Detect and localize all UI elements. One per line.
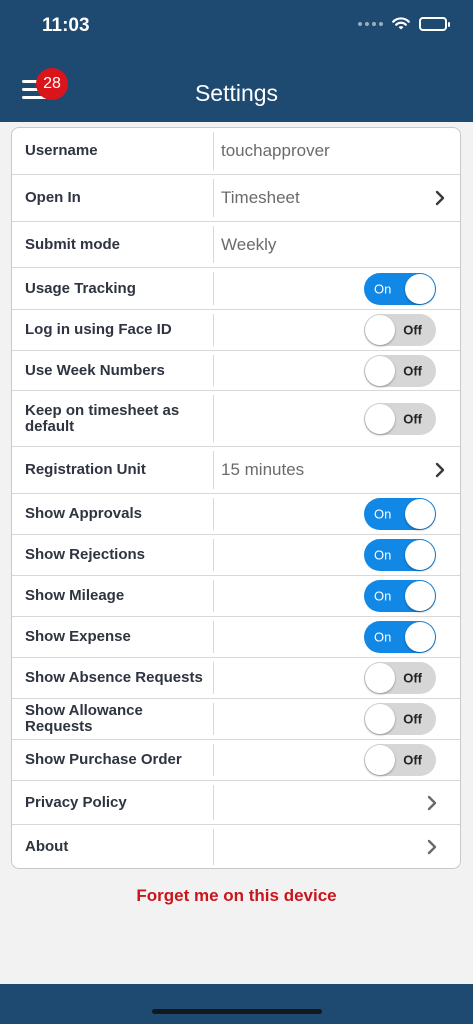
row-label: Show Allowance Requests — [25, 702, 143, 735]
page-title: Settings — [194, 80, 279, 106]
row-label: Show Purchase Order — [25, 751, 182, 768]
home-indicator[interactable] — [152, 1009, 322, 1014]
settings-row-show-allowance: Show Allowance Requests Off — [12, 699, 460, 740]
username-value: touchapprover — [221, 141, 330, 160]
settings-row-usage-tracking: Usage Tracking On — [12, 268, 460, 310]
show-rejections-toggle[interactable]: On — [364, 539, 436, 571]
chevron-right-icon — [427, 839, 437, 855]
week-numbers-toggle[interactable]: Off — [364, 354, 436, 387]
settings-row-open-in[interactable]: Open In Timesheet — [12, 175, 460, 222]
row-label: Show Absence Requests — [25, 669, 203, 686]
battery-icon — [419, 16, 450, 31]
settings-row-privacy-policy[interactable]: Privacy Policy — [12, 781, 460, 825]
chevron-right-icon — [427, 795, 437, 810]
row-label: Submit mode — [25, 235, 121, 253]
status-time: 11:03 — [42, 15, 90, 36]
settings-row-face-id: Log in using Face ID Off — [12, 310, 460, 351]
settings-row-show-purchase-order: Show Purchase Order Off — [12, 740, 460, 781]
row-label: Show Approvals — [25, 505, 142, 522]
row-label: Open In — [25, 189, 81, 206]
row-label: Show Rejections — [25, 546, 146, 563]
app-header: 11:03 28 Settings — [0, 0, 473, 122]
registration-unit-value: 15 minutes — [221, 460, 305, 479]
row-label: Registration Unit — [25, 461, 146, 478]
show-absence-toggle[interactable]: Off — [364, 662, 436, 694]
row-label: Show Expense — [25, 628, 131, 645]
submit-mode-value: Weekly — [221, 234, 277, 254]
row-label: Log in using Face ID — [25, 321, 172, 338]
show-purchase-order-toggle[interactable]: Off — [364, 744, 436, 776]
settings-row-about[interactable]: About — [12, 825, 460, 868]
settings-row-registration-unit[interactable]: Registration Unit 15 minutes — [12, 447, 460, 494]
row-label: Username — [25, 142, 98, 159]
settings-row-show-approvals: Show Approvals On — [12, 494, 460, 535]
face-id-toggle[interactable]: Off — [364, 314, 436, 346]
keep-timesheet-toggle[interactable]: Off — [364, 402, 436, 435]
row-label: Use Week Numbers — [25, 361, 165, 379]
forget-device-link[interactable]: Forget me on this device — [0, 886, 473, 906]
chevron-right-icon — [435, 190, 445, 206]
settings-row-show-rejections: Show Rejections On — [12, 535, 460, 576]
show-expense-toggle[interactable]: On — [364, 621, 436, 653]
show-allowance-toggle[interactable]: Off — [364, 703, 436, 735]
show-approvals-toggle[interactable]: On — [364, 498, 436, 530]
usage-tracking-toggle[interactable]: On — [364, 272, 436, 305]
settings-row-week-numbers: Use Week Numbers Off — [12, 351, 460, 391]
settings-row-show-mileage: Show Mileage On — [12, 576, 460, 617]
row-label: Usage Tracking — [25, 279, 136, 297]
settings-row-username: Username touchapprover — [12, 128, 460, 175]
settings-list: Username touchapprover Open In Timesheet… — [11, 127, 461, 869]
row-label: Privacy Policy — [25, 793, 127, 811]
settings-row-show-absence: Show Absence Requests Off — [12, 658, 460, 699]
bottom-bar — [0, 984, 473, 1024]
signal-icon — [358, 21, 383, 26]
row-label: About — [25, 838, 69, 855]
settings-row-keep-timesheet: Keep on timesheet as default Off — [12, 391, 460, 447]
open-in-value: Timesheet — [221, 188, 300, 207]
chevron-right-icon — [435, 462, 445, 478]
settings-row-submit-mode: Submit mode Weekly — [12, 222, 460, 268]
settings-row-show-expense: Show Expense On — [12, 617, 460, 658]
row-label: Keep on timesheet as default — [25, 401, 180, 435]
show-mileage-toggle[interactable]: On — [364, 580, 436, 612]
row-label: Show Mileage — [25, 587, 125, 604]
status-icons — [358, 16, 450, 31]
wifi-icon — [392, 17, 410, 30]
